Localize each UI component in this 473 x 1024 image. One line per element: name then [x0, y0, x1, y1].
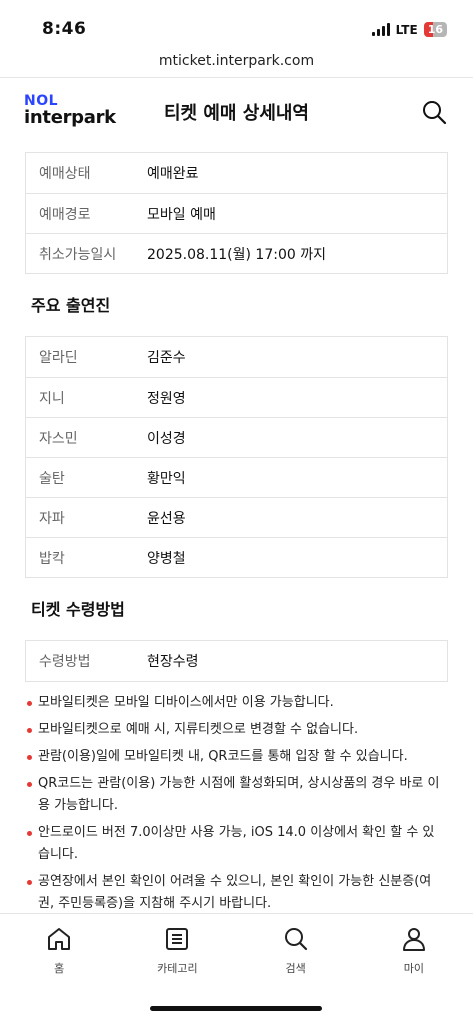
- role-label: 알라딘: [39, 350, 78, 366]
- actor-name: 정원영: [147, 390, 186, 407]
- status-bar: 8:46 LTE 16: [0, 0, 473, 44]
- network-label: LTE: [395, 22, 418, 37]
- nav-label: 검색: [285, 962, 306, 975]
- role-label: 지니: [39, 390, 65, 407]
- cast-row: 자파 윤선용: [26, 497, 447, 537]
- notice-item: 안드로이드 버전 7.0이상만 사용 가능, iOS 14.0 이상에서 확인 …: [27, 822, 443, 866]
- search-button[interactable]: [421, 99, 447, 125]
- info-label: 예매경로: [39, 206, 91, 223]
- role-label: 자파: [39, 510, 65, 527]
- home-icon: [48, 928, 71, 950]
- cast-row: 자스민 이성경: [26, 417, 447, 457]
- info-value: 모바일 예매: [147, 206, 216, 223]
- info-value: 2025.08.11(월) 17:00 까지: [147, 246, 326, 263]
- notice-item: 관람(이용)일에 모바일티켓 내, QR코드를 통해 입장 할 수 있습니다.: [27, 746, 443, 768]
- role-label: 밥칵: [39, 550, 65, 567]
- receipt-row: 수령방법 현장수령: [26, 641, 447, 681]
- role-label: 자스민: [39, 430, 78, 447]
- actor-name: 이성경: [147, 430, 186, 447]
- battery-icon: 16: [423, 22, 447, 37]
- cast-row: 지니 정원영: [26, 377, 447, 417]
- role-label: 술탄: [39, 470, 65, 487]
- info-label: 수령방법: [39, 654, 91, 670]
- page-title: 티켓 예매 상세내역: [163, 103, 309, 124]
- content-area[interactable]: 예매상태 예매완료 예매경로 모바일 예매 취소가능일시 2025.08.11(…: [0, 145, 473, 913]
- info-row: 예매경로 모바일 예매: [26, 193, 447, 233]
- info-value: 예매완료: [147, 166, 199, 182]
- notice-item: QR코드는 관람(이용) 가능한 시점에 활성화되며, 상시상품의 경우 바로 …: [27, 773, 443, 817]
- battery-level: 16: [427, 23, 443, 36]
- browser-url-bar[interactable]: mticket.interpark.com: [0, 44, 473, 78]
- info-value: 현장수령: [147, 654, 199, 670]
- search-icon: [284, 928, 307, 951]
- actor-name: 김준수: [147, 350, 186, 366]
- nav-home[interactable]: 홈: [0, 914, 118, 1024]
- receipt-section-title: 티켓 수령방법: [31, 600, 125, 619]
- app-header: NOL interpark 티켓 예매 상세내역: [0, 79, 473, 145]
- nav-label: 홈: [54, 962, 65, 975]
- notice-item: 모바일티켓은 모바일 디바이스에서만 이용 가능합니다.: [27, 692, 443, 714]
- signal-icon: [371, 23, 390, 36]
- actor-name: 윤선용: [147, 510, 186, 527]
- receipt-table: 수령방법 현장수령: [25, 640, 448, 682]
- category-icon: [166, 928, 189, 950]
- cast-table: 알라딘 김준수 지니 정원영 자스민 이성경 술탄 황만익 자파 윤선용 밥칵 …: [25, 336, 448, 578]
- search-icon: [423, 101, 447, 125]
- notice-item: 공연장에서 본인 확인이 어려울 수 있으니, 본인 확인이 가능한 신분증(여…: [27, 871, 443, 913]
- status-icons: LTE 16: [371, 22, 447, 37]
- actor-name: 황만익: [147, 470, 186, 487]
- cast-row: 밥칵 양병철: [26, 537, 447, 577]
- notice-item: 모바일티켓으로 예매 시, 지류티켓으로 변경할 수 없습니다.: [27, 719, 443, 741]
- nav-label: 카테고리: [157, 962, 198, 975]
- home-indicator: [150, 1006, 322, 1011]
- cast-row: 알라딘 김준수: [26, 337, 447, 377]
- info-label: 예매상태: [39, 166, 91, 182]
- status-time: 8:46: [42, 19, 87, 39]
- booking-info-table: 예매상태 예매완료 예매경로 모바일 예매 취소가능일시 2025.08.11(…: [25, 152, 448, 274]
- info-row: 취소가능일시 2025.08.11(월) 17:00 까지: [26, 233, 447, 273]
- cast-row: 술탄 황만익: [26, 457, 447, 497]
- nav-my[interactable]: 마이: [355, 914, 473, 1024]
- nav-label: 마이: [403, 962, 424, 975]
- cast-section-title: 주요 출연진: [31, 296, 111, 315]
- notice-list: 모바일티켓은 모바일 디바이스에서만 이용 가능합니다. 모바일티켓으로 예매 …: [0, 682, 473, 913]
- info-label: 취소가능일시: [39, 246, 117, 263]
- info-row: 예매상태 예매완료: [26, 153, 447, 193]
- user-icon: [402, 928, 425, 951]
- actor-name: 양병철: [147, 550, 186, 567]
